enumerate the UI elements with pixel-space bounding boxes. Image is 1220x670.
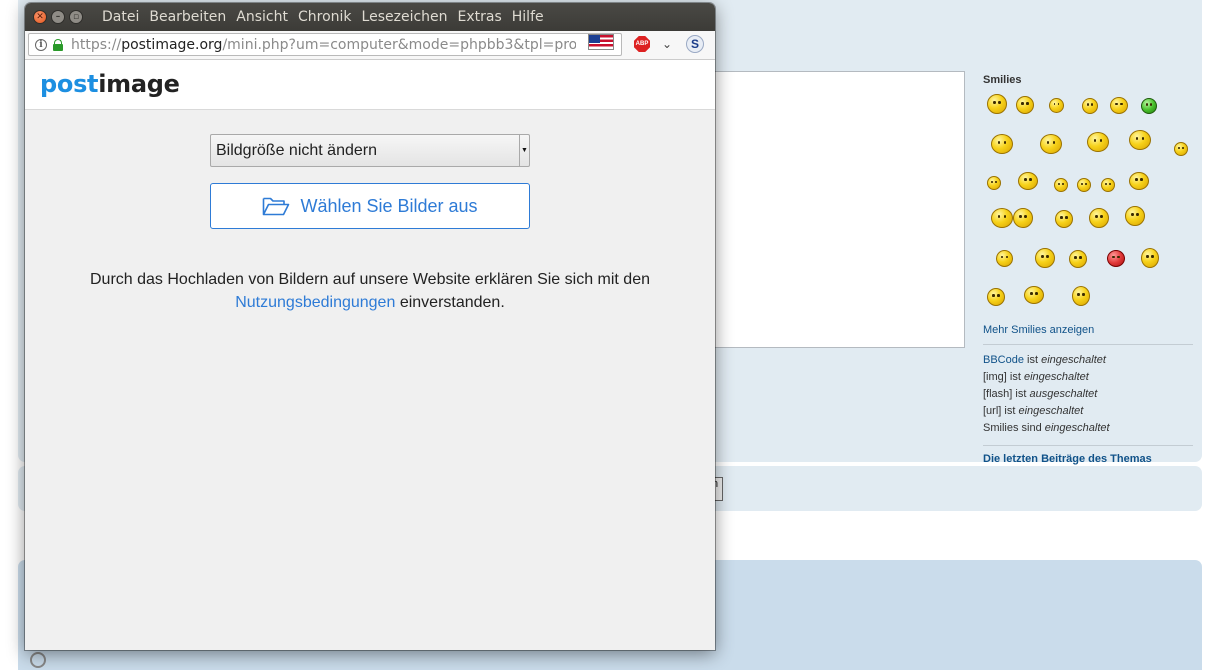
smilies-sidebar: Smilies Mehr Smilies anzeigen BBCode ist… [983, 72, 1193, 465]
smiley-icon[interactable] [1125, 206, 1145, 226]
divider [983, 344, 1193, 345]
us-flag-icon[interactable] [588, 34, 614, 50]
url-text: [url] ist [983, 405, 1016, 417]
logo-part-image: image [98, 70, 180, 98]
bbcode-status: BBCode ist eingeschaltet [983, 352, 1193, 369]
img-status: [img] ist eingeschaltet [983, 369, 1193, 386]
last-posts-link[interactable]: Die letzten Beiträge des Themas [983, 453, 1193, 465]
menu-bearbeiten[interactable]: Bearbeiten [144, 9, 231, 25]
menu-ansicht[interactable]: Ansicht [231, 9, 293, 25]
logo-part-post: post [40, 70, 99, 98]
flash-status: [flash] ist ausgeschaltet [983, 386, 1193, 403]
img-text: [img] ist [983, 371, 1021, 383]
smilies-title: Smilies [983, 74, 1022, 86]
title-bar: ✕ – ▫ Datei Bearbeiten Ansicht Chronik L… [25, 3, 715, 31]
choose-images-label: Wählen Sie Bilder aus [300, 195, 478, 216]
menu-lesezeichen[interactable]: Lesezeichen [357, 9, 453, 25]
smiley-icon[interactable] [1077, 178, 1091, 192]
bbcode-link[interactable]: BBCode [983, 354, 1024, 366]
smiley-icon[interactable] [987, 176, 1001, 190]
terms-line-2: Nutzungsbedingungen einverstanden. [25, 291, 715, 314]
folder-open-icon [263, 197, 290, 216]
smiley-icon[interactable] [1069, 250, 1087, 268]
terms-text: Durch das Hochladen von Bildern auf unse… [90, 271, 650, 288]
smiley-icon[interactable] [1129, 130, 1151, 150]
smiley-icon[interactable] [1018, 172, 1038, 190]
terms-link[interactable]: Nutzungsbedingungen [235, 294, 395, 311]
terms-after: einverstanden. [399, 294, 505, 311]
smiley-icon[interactable] [1013, 208, 1033, 228]
menu-chronik[interactable]: Chronik [293, 9, 357, 25]
url-status: [url] ist eingeschaltet [983, 403, 1193, 420]
choose-images-button[interactable]: Wählen Sie Bilder aus [210, 183, 530, 229]
smiley-icon[interactable] [1054, 178, 1068, 192]
site-header: postimage [25, 60, 715, 110]
url-host: postimage.org [121, 36, 223, 53]
smilies-status: Smilies sind eingeschaltet [983, 420, 1193, 437]
message-textarea[interactable] [700, 71, 965, 348]
smiley-icon[interactable] [1040, 134, 1062, 154]
url-path: /mini.php?um=computer&mode=phpbb3&tpl=pr… [222, 36, 576, 53]
smiley-icon[interactable] [1110, 97, 1128, 114]
resize-select[interactable]: Bildgröße nicht ändern ▼ [210, 134, 530, 167]
smiley-icon[interactable] [1141, 248, 1159, 268]
url-state: eingeschaltet [1018, 405, 1084, 417]
divider [983, 445, 1193, 446]
flash-state: ausgeschaltet [1029, 388, 1098, 400]
smiley-icon[interactable] [987, 288, 1005, 306]
smiley-icon[interactable] [1035, 248, 1055, 268]
minimize-icon[interactable]: – [51, 10, 65, 24]
smiley-icon[interactable] [1055, 210, 1073, 228]
img-state: eingeschaltet [1023, 371, 1089, 383]
smilies-state: eingeschaltet [1044, 422, 1110, 434]
lock-icon [53, 38, 63, 51]
smiley-icon[interactable] [1082, 98, 1098, 114]
smiley-icon[interactable] [1016, 96, 1034, 114]
smiley-icon[interactable] [1174, 142, 1188, 156]
postimage-logo[interactable]: postimage [40, 70, 180, 98]
resize-select-value: Bildgröße nicht ändern [216, 141, 377, 159]
close-icon[interactable]: ✕ [33, 10, 47, 24]
chevron-down-icon[interactable]: ⌄ [660, 36, 674, 52]
maximize-icon[interactable]: ▫ [69, 10, 83, 24]
smiley-icon[interactable] [991, 208, 1013, 228]
smilies-text: Smilies sind [983, 422, 1042, 434]
smiley-icon[interactable] [991, 134, 1013, 154]
radio-icon[interactable] [30, 652, 46, 668]
terms-notice: Durch das Hochladen von Bildern auf unse… [25, 268, 715, 314]
upload-content: Bildgröße nicht ändern ▼ Wählen Sie Bild… [25, 110, 715, 630]
smilies-grid [983, 92, 1188, 324]
smiley-icon[interactable] [1107, 250, 1125, 267]
menu-bar: Datei Bearbeiten Ansicht Chronik Lesezei… [97, 9, 549, 25]
smiley-icon[interactable] [1024, 286, 1044, 304]
smiley-icon[interactable] [1087, 132, 1109, 152]
url-field[interactable]: i https://postimage.org/mini.php?um=comp… [28, 33, 622, 56]
menu-hilfe[interactable]: Hilfe [507, 9, 549, 25]
navigation-bar: i https://postimage.org/mini.php?um=comp… [25, 31, 715, 60]
dropdown-arrow-icon[interactable]: ▼ [519, 135, 529, 166]
smiley-icon[interactable] [1072, 286, 1090, 306]
adblock-icon[interactable]: ABP [634, 36, 650, 52]
menu-datei[interactable]: Datei [97, 9, 144, 25]
smiley-icon[interactable] [1089, 208, 1109, 228]
smiley-icon[interactable] [987, 94, 1007, 114]
more-smilies-link[interactable]: Mehr Smilies anzeigen [983, 324, 1193, 336]
flash-text: [flash] ist [983, 388, 1027, 400]
url-scheme: https:// [71, 36, 122, 53]
url-text[interactable]: https://postimage.org/mini.php?um=comput… [71, 37, 576, 53]
bbcode-state: eingeschaltet [1041, 354, 1106, 366]
smiley-icon[interactable] [1049, 98, 1064, 113]
popup-window: ✕ – ▫ Datei Bearbeiten Ansicht Chronik L… [25, 3, 715, 650]
smiley-icon[interactable] [1129, 172, 1149, 190]
info-icon[interactable]: i [35, 38, 47, 51]
extension-s-icon[interactable]: S [686, 35, 704, 53]
window-controls: ✕ – ▫ [33, 10, 83, 24]
smiley-icon[interactable] [996, 250, 1013, 267]
smiley-icon[interactable] [1101, 178, 1115, 192]
smiley-icon[interactable] [1141, 98, 1157, 114]
bbcode-text: ist [1027, 354, 1039, 366]
menu-extras[interactable]: Extras [453, 9, 507, 25]
